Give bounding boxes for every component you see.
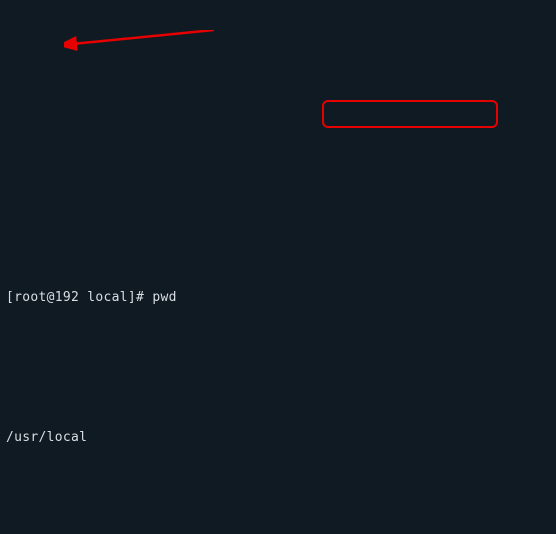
bracket-open: [ bbox=[6, 290, 14, 305]
pwd-output: /usr/local bbox=[6, 424, 550, 452]
prompt-user: root@192 local bbox=[14, 290, 128, 305]
highlight-rectangle bbox=[322, 100, 498, 128]
terminal-window[interactable]: [root@192 local]# pwd /usr/local [root@1… bbox=[0, 0, 556, 534]
arrow-annotation bbox=[64, 30, 214, 60]
prompt-line-1: [root@192 local]# pwd bbox=[6, 284, 550, 312]
bracket-close: ]# bbox=[128, 290, 152, 305]
command-pwd: pwd bbox=[152, 290, 176, 305]
